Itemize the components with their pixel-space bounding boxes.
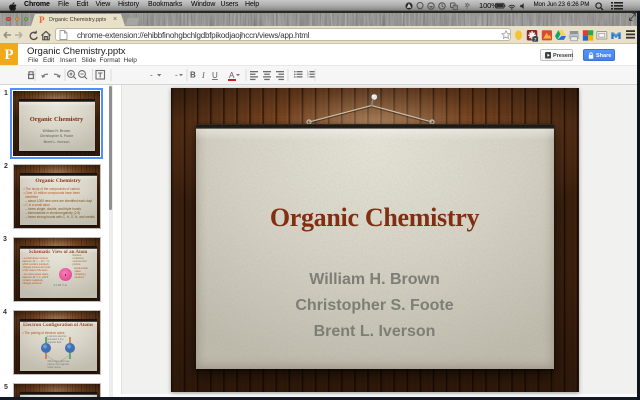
svg-text:3: 3	[307, 75, 309, 79]
svg-text:U: U	[212, 71, 218, 80]
svg-text:A: A	[229, 71, 235, 80]
svg-text:I: I	[201, 71, 205, 80]
svg-text:-: -	[175, 71, 178, 80]
svg-text:-: -	[150, 71, 153, 80]
svg-text:B: B	[190, 71, 196, 80]
svg-text:7: 7	[534, 36, 537, 41]
